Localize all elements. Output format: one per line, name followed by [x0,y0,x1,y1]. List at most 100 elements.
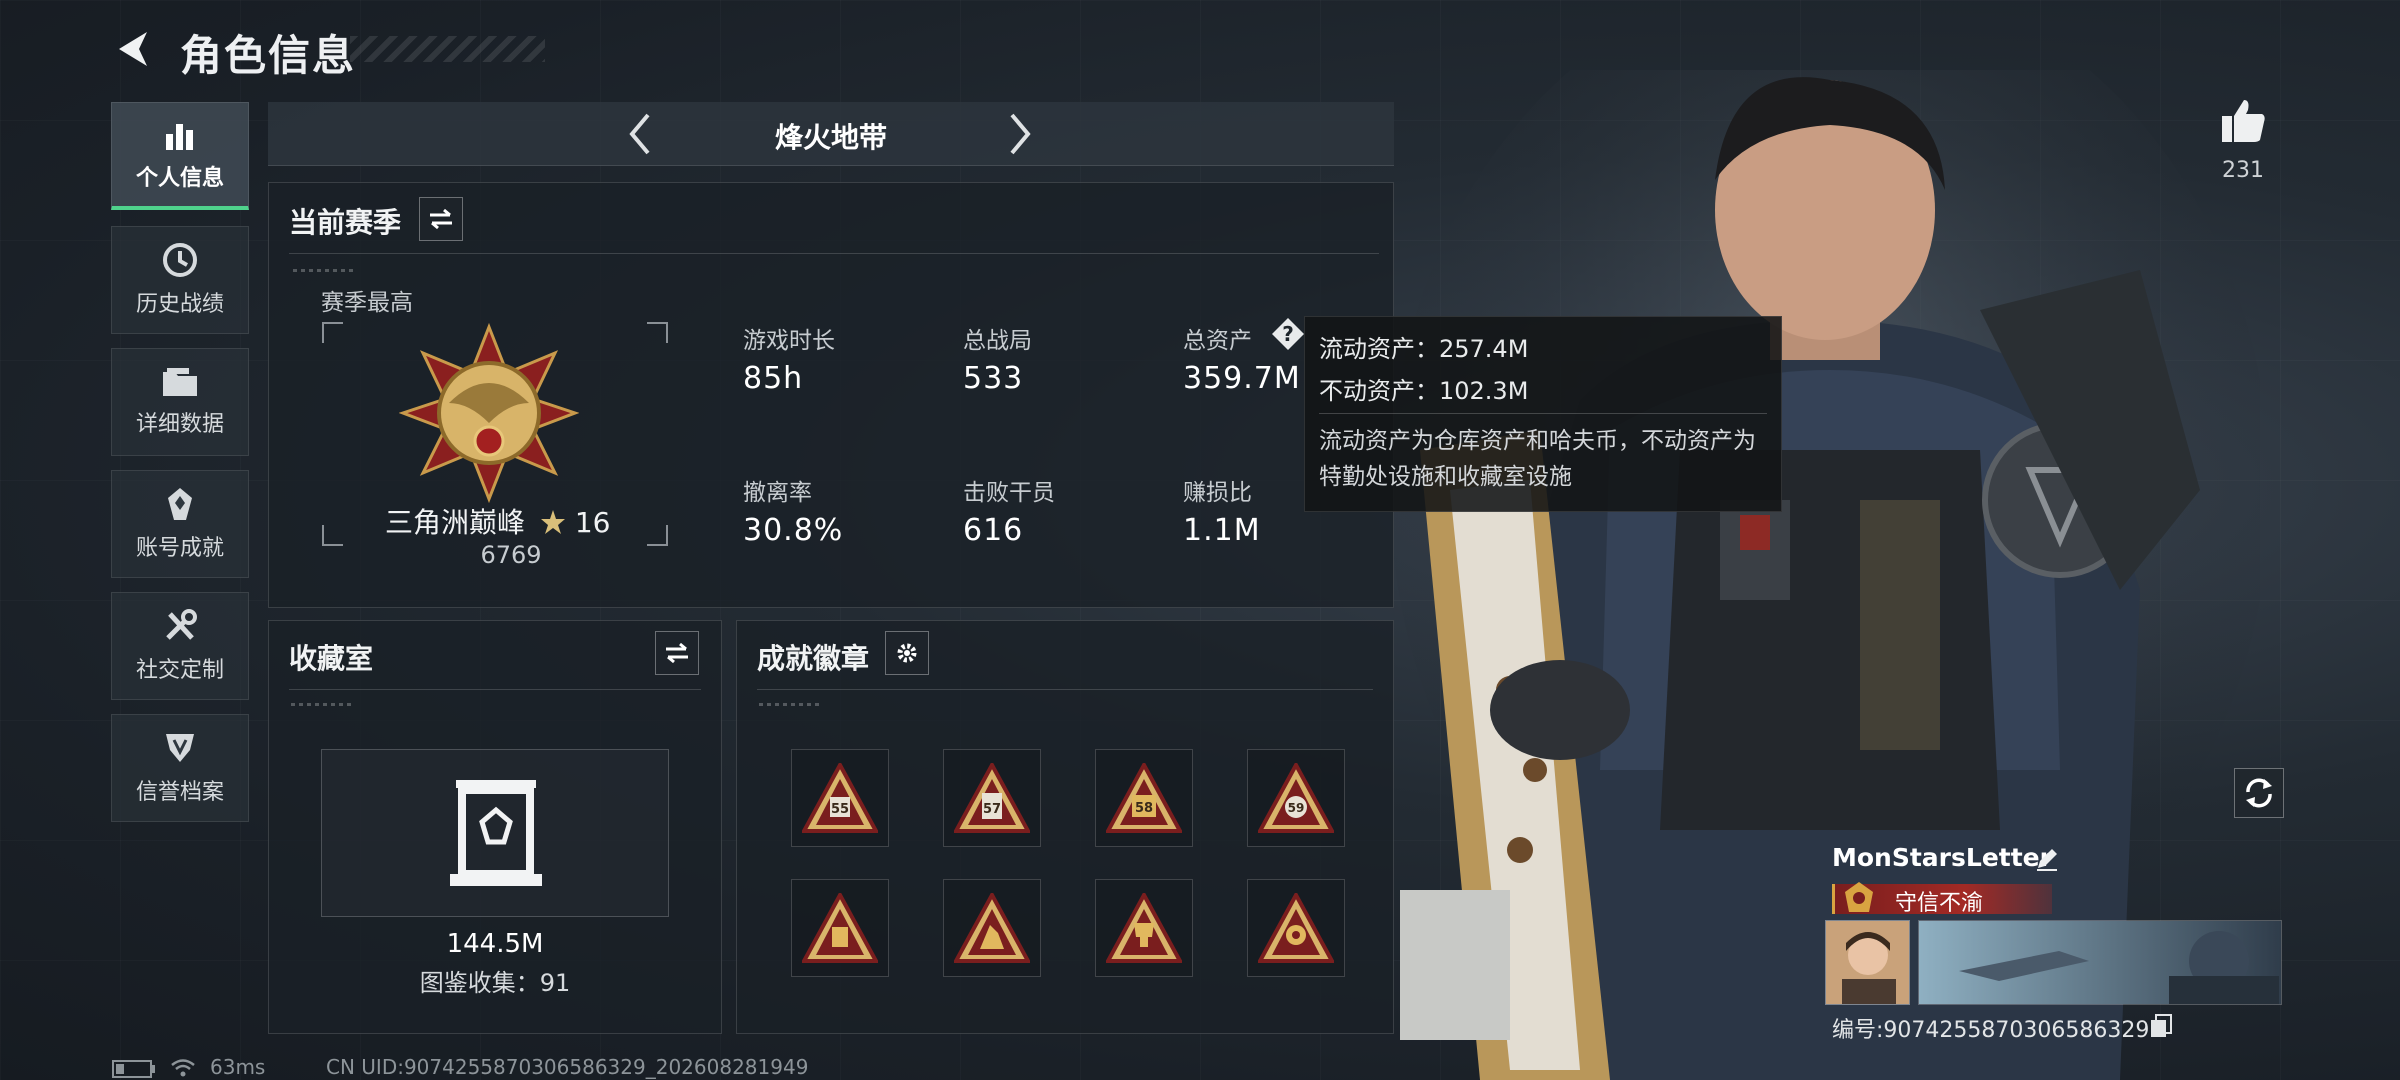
sidebar-item-credit-record[interactable]: 信誉档案 [111,714,249,822]
rank-label: 三角洲巅峰 16 [385,501,610,541]
achievement-badge[interactable] [791,879,889,977]
stat-label-matches: 总战局 [963,328,1032,354]
ping-text: 63ms [210,1055,266,1079]
refresh-icon [2246,778,2272,808]
title-decoration [350,36,545,62]
collection-value: 144.5M [446,929,544,959]
achievement-badge[interactable] [1095,879,1193,977]
mode-title: 烽火地带 [774,121,887,154]
svg-text:?: ? [1282,322,1294,346]
uid-text: CN UID:9074255870306586329_202608281949 [326,1055,809,1079]
tooltip-liquid-assets: 流动资产：257.4M [1319,335,1529,363]
sidebar-item-social-custom[interactable]: 社交定制 [111,592,249,700]
like-count: 231 [2222,158,2264,183]
collection-panel: 收藏室 144.5M 图鉴收集：91 [268,620,722,1034]
achievement-badge[interactable]: 59 [1247,749,1345,847]
player-title-bar[interactable]: 守信不渝 [1832,882,2052,916]
season-panel-title: 当前赛季 [289,206,402,239]
season-best-label: 赛季最高 [321,290,413,316]
folder-icon [163,368,197,396]
divider [289,689,701,690]
rotate-model-button[interactable] [2234,768,2284,818]
achievement-badge[interactable] [1247,879,1345,977]
stat-value-playtime: 85h [743,361,804,396]
svg-text:55: 55 [831,802,849,817]
achievements-settings-button[interactable] [885,631,929,675]
sidebar-item-label: 账号成就 [135,536,224,561]
badge-icon [954,893,1030,963]
badge-icon: 58 [1106,763,1182,833]
stat-label-total-assets: 总资产 [1183,328,1252,354]
mode-selector: 烽火地带 [268,102,1394,166]
sidebar-item-personal-info[interactable]: 个人信息 [111,102,249,210]
title-emblem-icon [1845,882,1873,912]
sidebar-item-achievements[interactable]: 账号成就 [111,470,249,578]
divider [757,689,1373,690]
svg-text:59: 59 [1288,801,1305,815]
season-panel: 当前赛季 赛季最高 三角洲巅峰 16 6769 游戏时长 85h 总战局 533… [268,182,1394,608]
sidebar-item-history[interactable]: 历史战绩 [111,226,249,334]
sidebar-item-label: 社交定制 [135,658,224,683]
collection-preview[interactable] [321,749,669,917]
back-button[interactable] [108,26,158,72]
decoration-tick [291,703,351,706]
stat-value-matches: 533 [963,361,1024,396]
player-banner[interactable] [1918,920,2282,1005]
achievements-panel: 成就徽章 55 57 58 59 [736,620,1394,1034]
chevron-right-icon [1010,113,1031,155]
sidebar-item-detailed-data[interactable]: 详细数据 [111,348,249,456]
banner-image [1919,921,2281,1004]
avatar-image [1826,921,1909,1004]
sidebar-item-label: 详细数据 [135,412,224,437]
avatar[interactable] [1825,920,1910,1005]
tools-icon [166,609,197,640]
battery-icon [112,1060,155,1078]
shield-icon [166,734,194,762]
star-icon [540,510,565,534]
achievement-badge[interactable]: 57 [943,749,1041,847]
page-title: 角色信息 [180,31,357,80]
tooltip-fixed-assets: 不动资产：102.3M [1319,377,1529,405]
stat-value-total-assets: 359.7M [1183,361,1301,396]
season-switch-button[interactable] [419,197,463,241]
sidebar-item-label: 历史战绩 [135,292,224,317]
collection-count: 图鉴收集：91 [419,969,571,997]
swap-icon [666,642,688,664]
achievements-panel-title: 成就徽章 [757,642,870,675]
stat-label-extract-rate: 撤离率 [743,480,812,506]
rank-emblem-icon [399,323,579,503]
wifi-icon [171,1059,195,1077]
swap-icon [430,208,452,230]
achievement-badge[interactable] [943,879,1041,977]
copy-icon [2151,1014,2172,1037]
collection-switch-button[interactable] [655,631,699,675]
assets-tooltip: 流动资产：257.4M 不动资产：102.3M 流动资产为仓库资产和哈夫币，不动… [1304,316,1782,512]
rank-name: 三角洲巅峰 [385,506,526,539]
achievement-badge[interactable]: 58 [1095,749,1193,847]
badge-icon [1258,893,1334,963]
copy-id-button[interactable] [2150,1014,2172,1038]
stat-value-extract-rate: 30.8% [743,513,844,548]
mode-next-button[interactable] [998,112,1042,156]
collection-panel-title: 收藏室 [289,642,374,675]
achievement-badge[interactable]: 55 [791,749,889,847]
like-button[interactable] [2218,96,2268,146]
stat-label-profit-ratio: 赚损比 [1183,480,1252,506]
sidebar-item-label: 信誉档案 [135,780,224,805]
history-icon [163,243,197,277]
sidebar-item-label: 个人信息 [135,165,224,191]
rank-stars: 16 [574,506,611,539]
rank-score: 6769 [480,541,542,569]
stat-value-operators-defeated: 616 [963,513,1024,548]
bar-chart-icon [166,123,193,150]
help-icon: ? [1272,318,1304,350]
edit-name-button[interactable] [2034,846,2060,872]
asset-help-button[interactable]: ? [1271,317,1305,351]
display-case-icon [450,780,542,886]
player-id: 编号:9074255870306586329 [1832,1018,2150,1043]
divider [289,253,1379,254]
stat-label-playtime: 游戏时长 [743,328,835,354]
badge-icon: 55 [802,763,878,833]
pencil-icon [2037,849,2057,871]
decoration-tick [759,703,819,706]
